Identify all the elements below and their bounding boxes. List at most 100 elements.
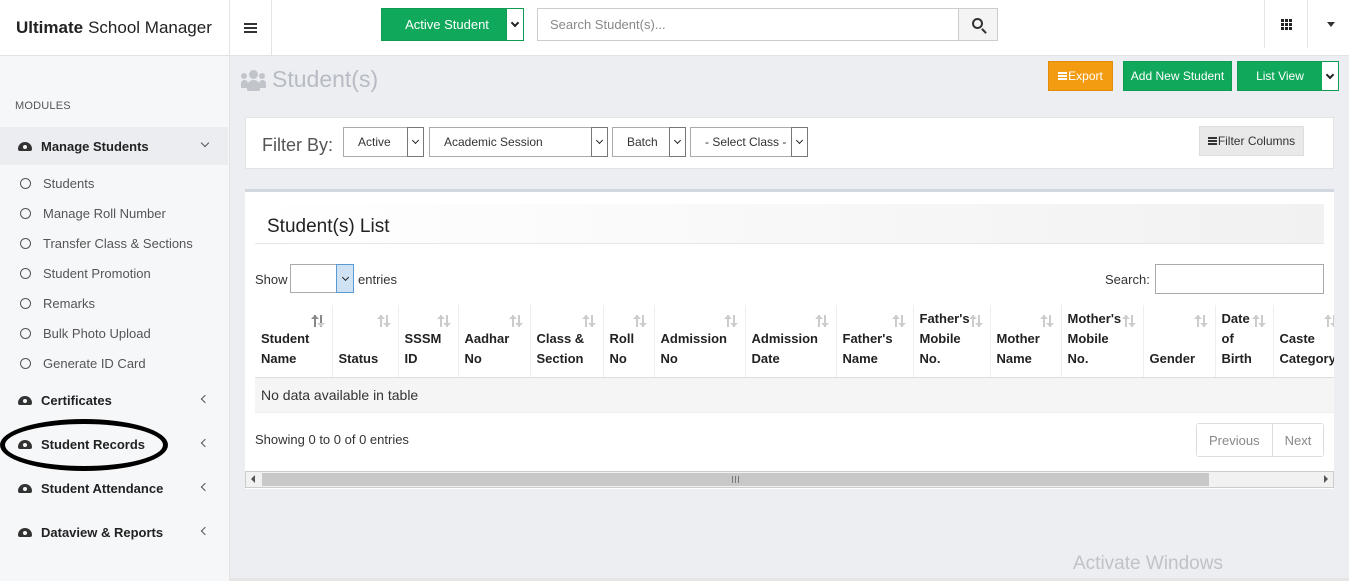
- column-header[interactable]: Mother Name: [990, 305, 1062, 378]
- modules-label: MODULES: [15, 100, 71, 112]
- column-header[interactable]: Father's Mobile No.: [913, 305, 991, 378]
- app-brand[interactable]: Ultimate School Manager: [0, 0, 230, 56]
- column-header-text: No: [464, 350, 482, 366]
- hamburger-icon: [244, 27, 257, 29]
- chevron-down-icon[interactable]: [1322, 62, 1338, 90]
- circle-icon: [20, 267, 31, 279]
- column-header-text: ID: [404, 350, 418, 366]
- brand-rest: School Manager: [88, 18, 212, 37]
- column-header[interactable]: SSSM ID: [398, 305, 459, 378]
- column-header[interactable]: Gender: [1143, 305, 1216, 378]
- chevron-down-icon: [200, 138, 210, 148]
- column-header[interactable]: Caste Category: [1273, 305, 1335, 378]
- search-icon: [971, 18, 983, 29]
- sidebar-item-manage-roll-number[interactable]: Manage Roll Number: [0, 198, 228, 228]
- column-header-text: Caste: [1279, 330, 1315, 346]
- academic-session-select[interactable]: Academic Session: [429, 127, 608, 157]
- circle-icon: [20, 177, 31, 189]
- sidebar-item-remarks[interactable]: Remarks: [0, 288, 228, 318]
- menu-toggle-button[interactable]: [230, 0, 272, 56]
- sort-icon: [632, 313, 648, 327]
- add-new-student-button[interactable]: Add New Student: [1123, 61, 1232, 91]
- list-icon: [1207, 140, 1217, 142]
- scroll-left-arrow-icon[interactable]: [251, 475, 255, 483]
- next-button[interactable]: Next: [1272, 424, 1324, 456]
- column-header-text: No: [609, 350, 627, 366]
- sidebar-group-student-attendance[interactable]: Student Attendance: [0, 469, 228, 507]
- sidebar-item-generate-id-card[interactable]: Generate ID Card: [0, 348, 228, 378]
- student-search-input[interactable]: [537, 8, 959, 41]
- filter-panel: Filter By: Active Academic Session Batch…: [245, 117, 1334, 169]
- sidebar-group-student-records[interactable]: Student Records: [0, 425, 228, 463]
- column-header-text: Name: [996, 350, 1032, 366]
- column-header-text: Gender: [1149, 350, 1196, 366]
- column-header[interactable]: Mother's Mobile No.: [1061, 305, 1144, 378]
- sort-icon: [1039, 313, 1055, 327]
- column-header[interactable]: Admission Date: [745, 305, 837, 378]
- page-length-select[interactable]: [290, 264, 354, 293]
- sidebar-item-bulk-photo-upload[interactable]: Bulk Photo Upload: [0, 318, 228, 348]
- chevron-down-icon[interactable]: [506, 9, 523, 40]
- column-header-text: No: [660, 350, 678, 366]
- column-header-text: Father's: [919, 310, 970, 326]
- sidebar-item-students[interactable]: Students: [0, 168, 228, 198]
- column-header-text: Status: [338, 350, 379, 366]
- sort-icon: [1121, 313, 1137, 327]
- sort-icon: [1193, 313, 1209, 327]
- column-header-text: Father's: [842, 330, 893, 346]
- chevron-down-icon: [407, 127, 424, 157]
- sort-icon: [376, 313, 392, 327]
- column-header-text: Category: [1279, 350, 1335, 366]
- scroll-right-arrow-icon[interactable]: [1324, 475, 1328, 483]
- apps-button[interactable]: [1264, 0, 1308, 48]
- class-select[interactable]: - Select Class -: [690, 127, 808, 157]
- sidebar-item-transfer-class-sections[interactable]: Transfer Class & Sections: [0, 228, 228, 258]
- column-header-text: Mobile: [919, 330, 961, 346]
- table-row: No data available in table: [255, 377, 1334, 413]
- user-menu-button[interactable]: [1312, 0, 1349, 48]
- table-search-input[interactable]: [1155, 264, 1324, 294]
- sidebar-group-label: Student Attendance: [41, 480, 164, 496]
- column-header-text: Name: [261, 350, 297, 366]
- column-header[interactable]: Admission No: [654, 305, 746, 378]
- list-header: Student(s) List: [255, 204, 1324, 244]
- sidebar-group-manage-students[interactable]: Manage Students: [0, 127, 228, 165]
- column-header-text: Name: [842, 350, 878, 366]
- column-header[interactable]: Class & Section: [530, 305, 604, 378]
- users-icon: [241, 69, 267, 91]
- sidebar-item-label: Transfer Class & Sections: [43, 235, 193, 251]
- export-button[interactable]: Export: [1048, 61, 1113, 91]
- circle-icon: [20, 297, 31, 309]
- search-button[interactable]: [958, 8, 998, 41]
- circle-icon: [20, 357, 31, 369]
- column-header[interactable]: Aadhar No: [458, 305, 531, 378]
- sidebar-item-student-promotion[interactable]: Student Promotion: [0, 258, 228, 288]
- chevron-down-icon: [336, 264, 354, 293]
- table-info: Showing 0 to 0 of 0 entries: [255, 432, 409, 447]
- export-label: Export: [1068, 69, 1103, 83]
- sidebar-group-label: Certificates: [41, 392, 112, 408]
- filter-columns-button[interactable]: Filter Columns: [1199, 126, 1304, 156]
- chevron-left-icon: [200, 526, 210, 536]
- active-student-button[interactable]: Active Student: [381, 8, 524, 41]
- column-header[interactable]: Roll No: [603, 305, 655, 378]
- list-view-button[interactable]: List View: [1237, 61, 1339, 91]
- column-header[interactable]: Date of Birth: [1215, 305, 1274, 378]
- scrollbar-thumb[interactable]: [262, 473, 1209, 486]
- horizontal-scrollbar[interactable]: [245, 471, 1334, 488]
- batch-select[interactable]: Batch: [612, 127, 686, 157]
- sort-icon: [723, 313, 739, 327]
- status-select[interactable]: Active: [343, 127, 424, 157]
- sidebar-group-certificates[interactable]: Certificates: [0, 381, 228, 419]
- previous-button[interactable]: Previous: [1197, 424, 1273, 456]
- column-header[interactable]: Student Name: [255, 305, 333, 378]
- brand-bold: Ultimate: [16, 18, 84, 37]
- sort-icon: [436, 313, 452, 327]
- column-header[interactable]: Status: [332, 305, 399, 378]
- circle-icon: [20, 327, 31, 339]
- dashboard-icon: [18, 527, 32, 537]
- list-view-label: List View: [1256, 69, 1304, 83]
- sidebar-group-dataview-reports[interactable]: Dataview & Reports: [0, 513, 228, 551]
- circle-icon: [20, 207, 31, 219]
- column-header[interactable]: Father's Name: [836, 305, 914, 378]
